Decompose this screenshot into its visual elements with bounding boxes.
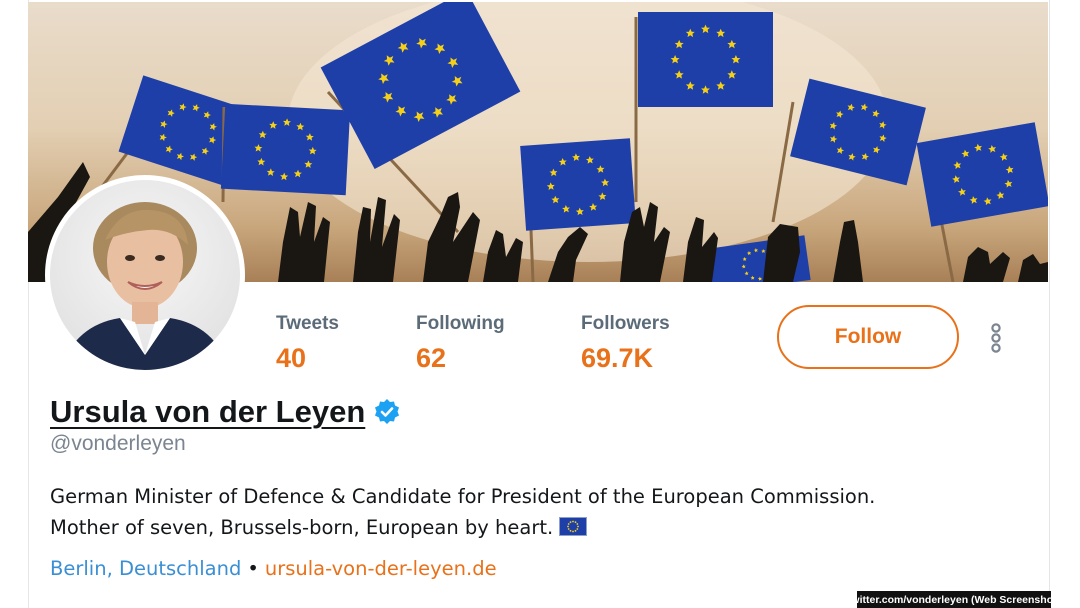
followers-count: 69.7K bbox=[581, 343, 654, 373]
user-handle: @vonderleyen bbox=[50, 432, 186, 455]
profile-website-link[interactable]: ursula-von-der-leyen.de bbox=[265, 557, 497, 580]
name-row: Ursula von der Leyen bbox=[50, 394, 401, 430]
profile-avatar[interactable] bbox=[45, 175, 245, 375]
following-label: Following bbox=[416, 313, 505, 334]
portrait-image bbox=[60, 202, 230, 370]
stat-followers[interactable]: Followers 69.7K bbox=[581, 313, 670, 374]
stat-following[interactable]: Following 62 bbox=[416, 313, 505, 374]
verified-badge-icon bbox=[375, 399, 400, 424]
meta-separator: • bbox=[247, 557, 259, 580]
followers-label: Followers bbox=[581, 313, 670, 334]
eu-flag-icon bbox=[916, 122, 1048, 227]
stat-tweets[interactable]: Tweets 40 bbox=[276, 313, 339, 374]
following-count: 62 bbox=[416, 343, 447, 373]
tweets-count: 40 bbox=[276, 343, 307, 373]
screenshot-caption: twitter.com/vonderleyen (Web Screenshot) bbox=[848, 591, 1060, 608]
avatar-photo bbox=[50, 180, 240, 370]
bio-line-1: German Minister of Defence & Candidate f… bbox=[50, 485, 876, 508]
eu-flag-icon bbox=[638, 12, 773, 107]
eu-flag-icon bbox=[559, 517, 588, 536]
display-name[interactable]: Ursula von der Leyen bbox=[50, 394, 365, 430]
profile-bio: German Minister of Defence & Candidate f… bbox=[50, 481, 1010, 543]
tweets-label: Tweets bbox=[276, 313, 340, 334]
eu-flag-icon bbox=[520, 138, 636, 231]
bio-line-2: Mother of seven, Brussels-born, European… bbox=[50, 516, 554, 539]
profile-meta: Berlin, Deutschland • ursula-von-der-leyen… bbox=[50, 557, 497, 580]
more-vertical-icon[interactable] bbox=[988, 322, 1004, 354]
eu-flag-icon bbox=[220, 103, 351, 196]
profile-location: Berlin, Deutschland bbox=[50, 557, 242, 580]
follow-button[interactable]: Follow bbox=[777, 305, 959, 369]
bio-line-2-wrap: Mother of seven, Brussels-born, European… bbox=[50, 512, 1010, 543]
